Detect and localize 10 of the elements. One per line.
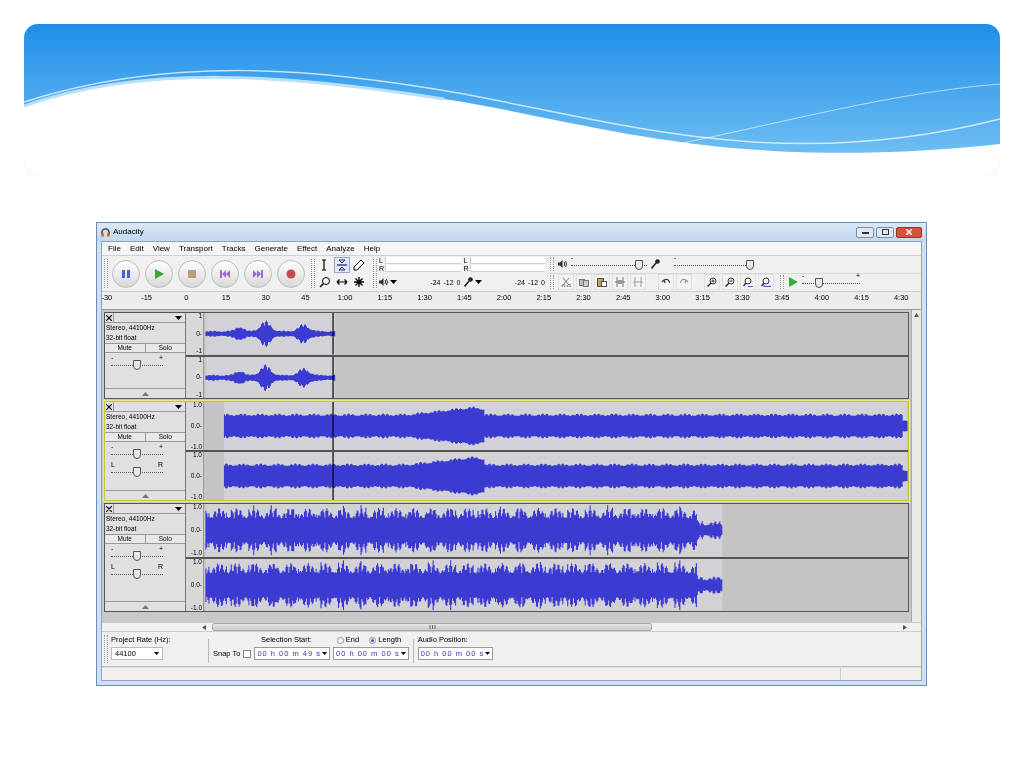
menu-item[interactable]: Edit [129,244,144,253]
window-title: Audacity [113,226,144,238]
menu-item[interactable]: Analyze [326,244,355,253]
menu-item[interactable]: Tracks [221,244,246,253]
menu-item[interactable]: Generate [254,244,288,253]
menu-item[interactable]: File [108,244,121,253]
menu-item[interactable]: Effect [296,244,318,253]
menu-item[interactable]: Help [363,244,381,253]
menu-item[interactable]: View [152,244,170,253]
menu-item[interactable]: Transport [178,244,213,253]
